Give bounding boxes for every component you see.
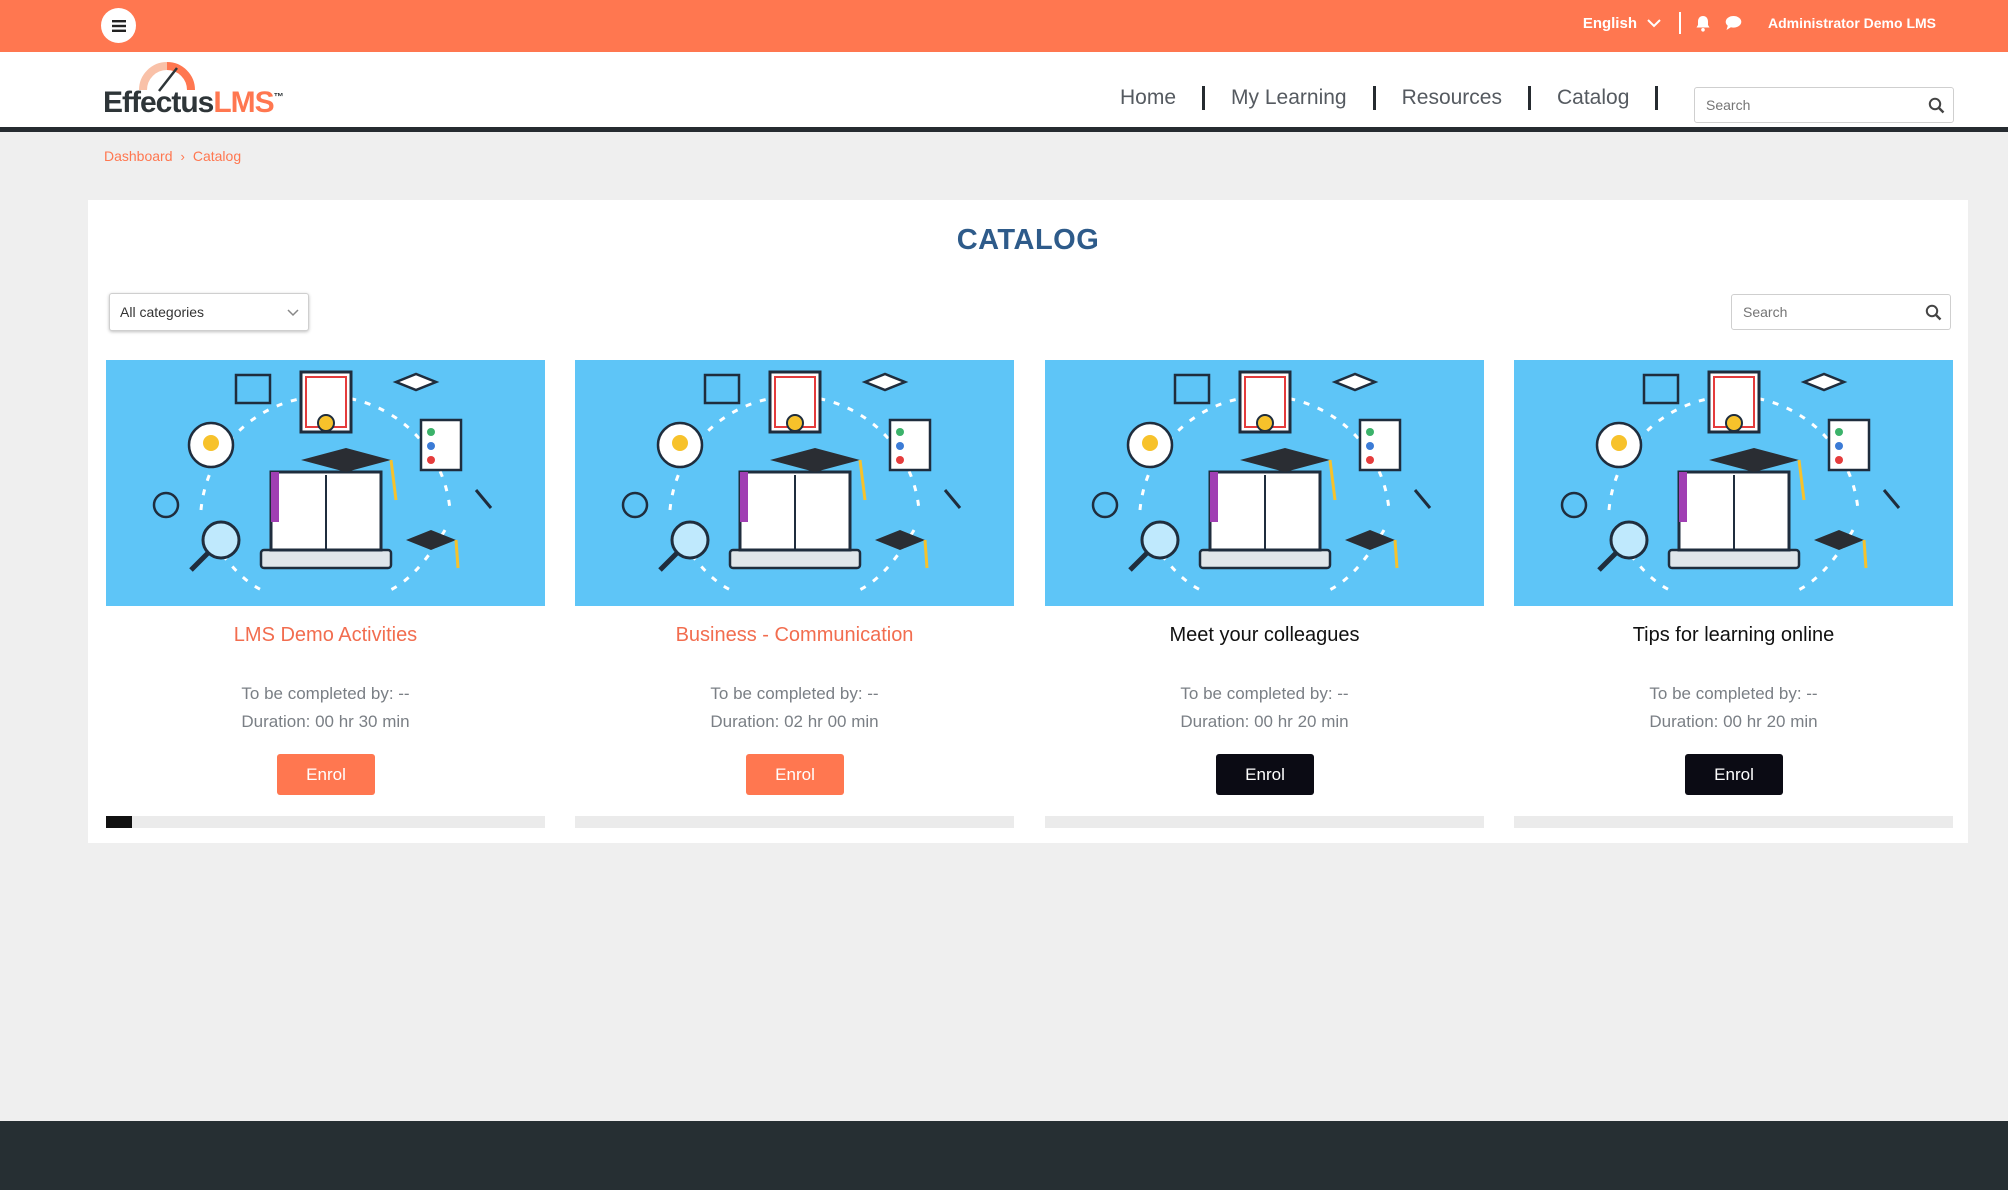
course-card: Meet your colleagues To be completed by:… <box>1045 360 1484 830</box>
course-title[interactable]: LMS Demo Activities <box>106 624 545 647</box>
course-completion-date: To be completed by: -- <box>1180 684 1349 703</box>
course-title[interactable]: Meet your colleagues <box>1045 624 1484 647</box>
course-progress-bar <box>1514 816 1953 828</box>
course-progress-fill <box>106 816 133 828</box>
site-header: EffectusLMS™ Home My Learning Resources … <box>0 52 2008 132</box>
nav-home[interactable]: Home <box>1120 86 1176 110</box>
nav-divider <box>1202 86 1206 110</box>
course-illustration-image <box>1045 360 1484 606</box>
hamburger-icon <box>111 19 126 32</box>
search-icon[interactable] <box>1925 304 1942 321</box>
nav-catalog[interactable]: Catalog <box>1557 86 1629 110</box>
nav-divider <box>1372 86 1376 110</box>
logo-wordmark: EffectusLMS™ <box>103 86 284 119</box>
top-bar: English Administrator Demo LMS <box>0 0 2008 52</box>
language-selector[interactable]: English <box>1583 15 1661 32</box>
breadcrumb-dashboard[interactable]: Dashboard <box>104 148 173 164</box>
course-card: Business - Communication To be completed… <box>575 360 1014 830</box>
catalog-search-input[interactable] <box>1732 295 1950 329</box>
course-illustration-image <box>1514 360 1953 606</box>
nav-my-learning[interactable]: My Learning <box>1231 86 1347 110</box>
search-icon[interactable] <box>1928 97 1945 114</box>
enrol-button[interactable]: Enrol <box>746 754 844 795</box>
main-nav: Home My Learning Resources Catalog <box>1120 86 1684 110</box>
nav-divider <box>1527 86 1531 110</box>
course-duration: Duration: 00 hr 30 min <box>241 712 410 731</box>
footer <box>0 1121 2008 1190</box>
notification-bell-icon[interactable] <box>1695 15 1711 32</box>
course-title[interactable]: Business - Communication <box>575 624 1014 647</box>
course-progress-bar <box>1045 816 1484 828</box>
breadcrumb: Dashboard › Catalog <box>104 148 241 164</box>
breadcrumb-chevron-icon: › <box>180 148 185 164</box>
course-meta: To be completed by: -- Duration: 00 hr 3… <box>106 680 545 736</box>
catalog-search <box>1731 294 1951 330</box>
course-duration: Duration: 00 hr 20 min <box>1180 712 1349 731</box>
topbar-divider <box>1678 12 1681 34</box>
user-name-menu[interactable]: Administrator Demo LMS <box>1768 15 1936 31</box>
course-image[interactable] <box>575 360 1014 606</box>
course-illustration-image <box>575 360 1014 606</box>
course-meta: To be completed by: -- Duration: 02 hr 0… <box>575 680 1014 736</box>
course-progress-bar <box>575 816 1014 828</box>
header-search <box>1694 87 1954 123</box>
language-label: English <box>1582 14 1637 32</box>
breadcrumb-catalog[interactable]: Catalog <box>193 148 241 164</box>
nav-divider <box>1655 86 1659 110</box>
course-image[interactable] <box>1045 360 1484 606</box>
course-title[interactable]: Tips for learning online <box>1514 624 1953 647</box>
enrol-button[interactable]: Enrol <box>1216 754 1314 795</box>
category-select[interactable]: All categories <box>109 293 309 331</box>
course-duration: Duration: 02 hr 00 min <box>710 712 879 731</box>
nav-resources[interactable]: Resources <box>1402 86 1502 110</box>
course-image[interactable] <box>1514 360 1953 606</box>
course-completion-date: To be completed by: -- <box>241 684 410 703</box>
course-completion-date: To be completed by: -- <box>1649 684 1818 703</box>
hamburger-menu-button[interactable] <box>101 8 136 43</box>
course-meta: To be completed by: -- Duration: 00 hr 2… <box>1045 680 1484 736</box>
effectus-lms-logo[interactable]: EffectusLMS™ <box>101 58 284 122</box>
messages-chat-icon[interactable] <box>1725 15 1742 31</box>
enrol-button[interactable]: Enrol <box>277 754 375 795</box>
header-search-input[interactable] <box>1695 88 1953 122</box>
course-card: LMS Demo Activities To be completed by: … <box>106 360 545 830</box>
enrol-button[interactable]: Enrol <box>1685 754 1783 795</box>
course-completion-date: To be completed by: -- <box>710 684 879 703</box>
page-title: CATALOG <box>956 224 1100 256</box>
course-card: Tips for learning online To be completed… <box>1514 360 1953 830</box>
course-illustration-image <box>106 360 545 606</box>
course-progress-bar <box>106 816 545 828</box>
category-select-value: All categories <box>120 304 205 320</box>
chevron-down-icon <box>287 309 299 317</box>
chevron-down-icon <box>1647 18 1661 27</box>
course-meta: To be completed by: -- Duration: 00 hr 2… <box>1514 680 1953 736</box>
catalog-panel: CATALOG All categories LMS Demo Activiti… <box>88 200 1968 843</box>
course-duration: Duration: 00 hr 20 min <box>1649 712 1818 731</box>
course-image[interactable] <box>106 360 545 606</box>
